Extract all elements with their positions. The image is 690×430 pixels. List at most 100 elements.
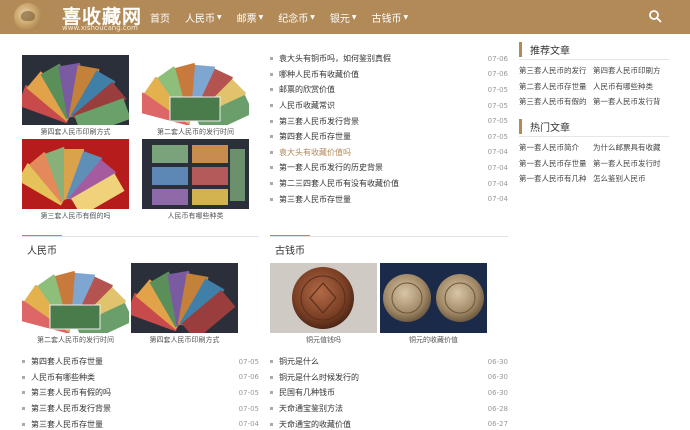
site-url: www.xishoucang.com xyxy=(62,24,138,32)
bullet-icon xyxy=(22,375,25,379)
nav-item-silver-dollars[interactable]: 银元 ▼ xyxy=(330,10,357,25)
sidebar-link[interactable]: 第一套人民币有几种 xyxy=(519,171,593,187)
list-item[interactable]: 民国有几种钱币 06-30 xyxy=(270,385,508,401)
featured-thumb[interactable]: 人民币有哪些种类 xyxy=(142,139,249,221)
sidebar-link[interactable]: 第二套人民币存世量 xyxy=(519,79,593,95)
sidebar-link[interactable]: 第一套人民币简介 xyxy=(519,140,593,156)
thumb-caption[interactable]: 第三套人民币有假的吗 xyxy=(22,211,129,221)
list-item[interactable]: 邮票的欣赏价值 07-05 xyxy=(270,82,508,98)
bullet-icon xyxy=(270,104,273,108)
list-item[interactable]: 第三套人民币存世量 07-04 xyxy=(270,191,508,207)
bullet-icon xyxy=(270,119,273,123)
bullet-icon xyxy=(270,360,273,364)
bullet-icon xyxy=(270,72,273,76)
search-icon[interactable] xyxy=(648,9,662,23)
list-item[interactable]: 第四套人民币存世量 07-05 xyxy=(270,129,508,145)
bullet-icon xyxy=(270,407,273,411)
sidebar-link[interactable]: 第三套人民币的发行 xyxy=(519,63,593,79)
bullet-icon xyxy=(22,422,25,426)
bullet-icon xyxy=(270,197,273,201)
sidebar-link[interactable]: 第一套人民币发行背 xyxy=(593,94,667,110)
chevron-down-icon: ▼ xyxy=(403,13,409,21)
banknote-fan-image[interactable] xyxy=(22,263,129,333)
coin-thumb[interactable]: 铜元值钱吗 xyxy=(270,263,377,345)
banknote-fan-image[interactable] xyxy=(22,139,129,209)
list-item[interactable]: 第四套人民币存世量 07-05 xyxy=(22,354,259,370)
rmb-thumb[interactable]: 第四套人民币印刷方式 xyxy=(131,263,238,345)
logo-icon[interactable] xyxy=(14,3,42,31)
recommended-heading: 推荐文章 xyxy=(519,42,570,57)
recommended-list: 第三套人民币的发行 第四套人民币印刷方 第二套人民币存世量 人民币有哪些种类 第… xyxy=(519,63,667,110)
sidebar-link[interactable]: 为什么邮票具有收藏 xyxy=(593,140,667,156)
copper-coin-image[interactable] xyxy=(270,263,377,333)
nav-item-stamps[interactable]: 邮票 ▼ xyxy=(237,10,264,25)
nav-item-rmb[interactable]: 人民币 ▼ xyxy=(185,10,222,25)
section-title-ancient-coins[interactable]: 古钱币 xyxy=(275,242,305,257)
list-item[interactable]: 人民币有哪些种类 07-06 xyxy=(22,370,259,386)
list-item[interactable]: 铜元是什么时候发行的 06-30 xyxy=(270,370,508,386)
bullet-icon xyxy=(270,166,273,170)
bullet-icon xyxy=(270,182,273,186)
featured-thumb[interactable]: 第三套人民币有假的吗 xyxy=(22,139,129,221)
popular-heading: 热门文章 xyxy=(519,119,570,134)
list-item[interactable]: 人民币收藏常识 07-05 xyxy=(270,98,508,114)
nav-item-home[interactable]: 首页 xyxy=(150,10,170,25)
thumb-caption[interactable]: 人民币有哪些种类 xyxy=(142,211,249,221)
rmb-thumb[interactable]: 第二套人民币的发行时间 xyxy=(22,263,129,345)
nav-item-ancient-coins[interactable]: 古钱币 ▼ xyxy=(372,10,409,25)
list-item[interactable]: 袁大头有收藏价值吗 07-04 xyxy=(270,145,508,161)
chevron-down-icon: ▼ xyxy=(351,13,357,21)
featured-thumb[interactable]: 第二套人民币的发行时间 xyxy=(142,55,249,137)
banknote-collection-image[interactable] xyxy=(142,139,249,209)
section-title-rmb[interactable]: 人民币 xyxy=(27,242,57,257)
banknote-fan-image[interactable] xyxy=(142,55,249,125)
bullet-icon xyxy=(270,375,273,379)
list-item[interactable]: 袁大头有铜币吗，如何鉴别真假 07-06 xyxy=(270,51,508,67)
thumb-caption[interactable]: 铜元的收藏价值 xyxy=(380,335,487,345)
list-item[interactable]: 第三套人民币发行背景 07-05 xyxy=(270,113,508,129)
bullet-icon xyxy=(22,360,25,364)
sidebar-link[interactable]: 第一套人民币发行时 xyxy=(593,156,667,172)
bullet-icon xyxy=(22,391,25,395)
sidebar-link[interactable]: 怎么鉴别人民币 xyxy=(593,171,667,187)
thumb-caption[interactable]: 第四套人民币印刷方式 xyxy=(22,127,129,137)
list-item[interactable]: 第三套人民币存世量 07-04 xyxy=(22,416,259,430)
popular-list: 第一套人民币简介 为什么邮票具有收藏 第一套人民币存世量 第一套人民币发行时 第… xyxy=(519,140,667,187)
list-item[interactable]: 天命通宝鉴别方法 06-28 xyxy=(270,401,508,417)
list-item[interactable]: 第三套人民币有假的吗 07-05 xyxy=(22,385,259,401)
divider xyxy=(22,236,259,237)
bullet-icon xyxy=(22,407,25,411)
sidebar-link[interactable]: 第三套人民币有假的 xyxy=(519,94,593,110)
list-item[interactable]: 第三套人民币发行背景 07-05 xyxy=(22,401,259,417)
thumb-caption[interactable]: 第二套人民币的发行时间 xyxy=(142,127,249,137)
copper-coin-image[interactable] xyxy=(380,263,487,333)
coin-article-list: 铜元是什么 06-30 铜元是什么时候发行的 06-30 民国有几种钱币 06-30 … xyxy=(270,354,508,430)
list-item[interactable]: 第二三四套人民币有没有收藏价值 07-04 xyxy=(270,176,508,192)
nav-item-commemorative-coins[interactable]: 纪念币 ▼ xyxy=(278,10,315,25)
thumb-caption[interactable]: 铜元值钱吗 xyxy=(270,335,377,345)
featured-thumb[interactable]: 第四套人民币印刷方式 xyxy=(22,55,129,137)
divider xyxy=(519,136,669,137)
divider xyxy=(270,236,508,237)
banknote-fan-image[interactable] xyxy=(131,263,238,333)
featured-article-list: 袁大头有铜币吗，如何鉴别真假 07-06 哪种人民币有收藏价值 07-06 邮票的欣… xyxy=(270,51,508,207)
bullet-icon xyxy=(270,391,273,395)
bullet-icon xyxy=(270,150,273,154)
banknote-fan-image[interactable] xyxy=(22,55,129,125)
coin-thumb[interactable]: 铜元的收藏价值 xyxy=(380,263,487,345)
chevron-down-icon: ▼ xyxy=(310,13,315,21)
thumb-caption[interactable]: 第四套人民币印刷方式 xyxy=(131,335,238,345)
list-item[interactable]: 哪种人民币有收藏价值 07-06 xyxy=(270,67,508,83)
chevron-down-icon: ▼ xyxy=(217,13,222,21)
sidebar-link[interactable]: 第一套人民币存世量 xyxy=(519,156,593,172)
bullet-icon xyxy=(270,88,273,92)
list-item[interactable]: 第一套人民币发行的历史背景 07-04 xyxy=(270,160,508,176)
thumb-caption[interactable]: 第二套人民币的发行时间 xyxy=(22,335,129,345)
list-item[interactable]: 天命通宝的收藏价值 06-27 xyxy=(270,416,508,430)
sidebar-link[interactable]: 人民币有哪些种类 xyxy=(593,79,667,95)
site-header: 喜收藏网 www.xishoucang.com 首页 人民币 ▼ 邮票 ▼ 纪念币 ▼… xyxy=(0,0,690,34)
list-item[interactable]: 铜元是什么 06-30 xyxy=(270,354,508,370)
rmb-article-list: 第四套人民币存世量 07-05 人民币有哪些种类 07-06 第三套人民币有假的吗 0… xyxy=(22,354,259,430)
sidebar-link[interactable]: 第四套人民币印刷方 xyxy=(593,63,667,79)
bullet-icon xyxy=(270,135,273,139)
